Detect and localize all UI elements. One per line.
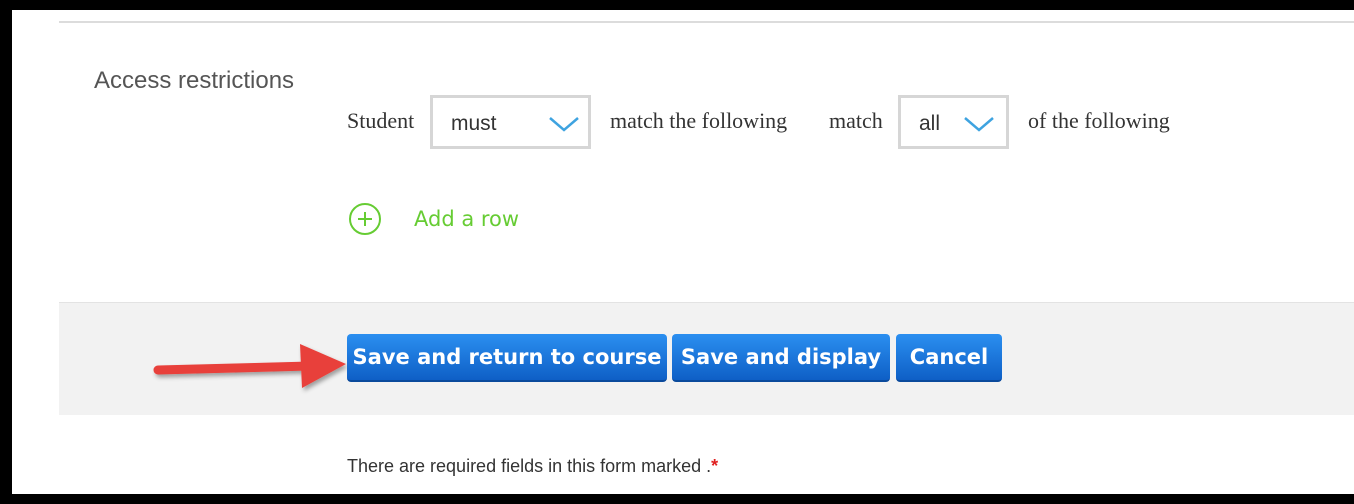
add-row-button[interactable]: Add a row (348, 202, 538, 238)
must-select-value: must (451, 112, 497, 135)
section-title: Access restrictions (94, 67, 295, 94)
of-following-text: of the following (1028, 108, 1170, 133)
save-and-display-button[interactable]: Save and display (672, 334, 890, 382)
all-select[interactable]: all (898, 95, 1009, 149)
add-row-label: Add a row (414, 207, 520, 231)
match-word-text: match (829, 108, 883, 133)
subject-label: Student (347, 108, 415, 133)
red-arrow-annotation (153, 344, 346, 388)
match-following-text: match the following (610, 108, 788, 133)
all-select-value: all (919, 112, 941, 135)
required-fields-note: There are required fields in this form m… (347, 456, 718, 477)
cancel-button[interactable]: Cancel (896, 334, 1002, 382)
must-select[interactable]: must (430, 95, 591, 149)
form-page: Access restrictions Student must match t… (12, 10, 1354, 494)
save-and-return-button[interactable]: Save and return to course (347, 334, 667, 382)
required-star-icon: * (711, 456, 719, 476)
chevron-down-icon (964, 117, 994, 132)
divider (59, 21, 1354, 23)
chevron-down-icon (549, 117, 579, 132)
plus-circle-icon (349, 203, 381, 235)
required-fields-text: There are required fields in this form m… (347, 456, 712, 476)
